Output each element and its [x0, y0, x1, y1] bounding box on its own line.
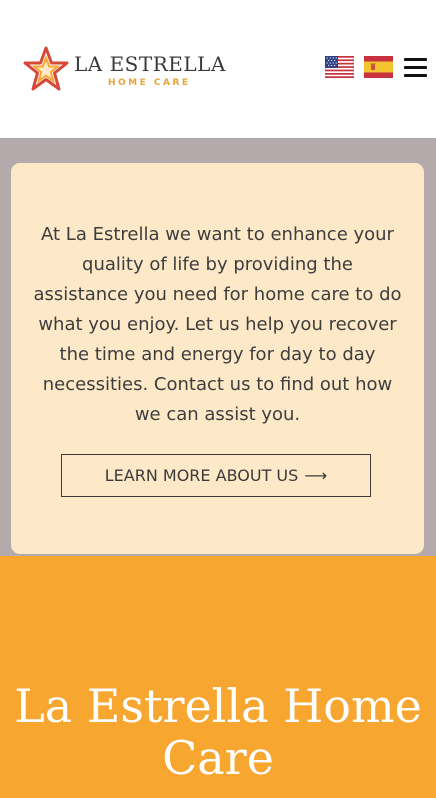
site-header: LA ESTRELLA HOME CARE [0, 0, 436, 138]
us-flag-icon[interactable] [325, 56, 354, 78]
intro-text: At La Estrella we want to enhance your q… [33, 224, 402, 425]
intro-card: At La Estrella we want to enhance your q… [11, 163, 424, 554]
arrow-right-icon: ⟶ [304, 466, 328, 485]
learn-more-label: LEARN MORE ABOUT US [104, 466, 299, 485]
brand-subtitle: HOME CARE [108, 78, 191, 88]
hamburger-menu-icon[interactable] [404, 56, 427, 78]
brand-logo[interactable]: LA ESTRELLA HOME CARE [22, 46, 242, 94]
spain-flag-icon[interactable] [364, 56, 393, 78]
brand-name: LA ESTRELLA [74, 52, 226, 76]
hero-section: La Estrella Home Care [0, 556, 436, 798]
star-logo-icon [23, 46, 69, 91]
learn-more-button[interactable]: LEARN MORE ABOUT US ⟶ [61, 454, 371, 497]
hero-title: La Estrella Home Care [14, 679, 422, 785]
